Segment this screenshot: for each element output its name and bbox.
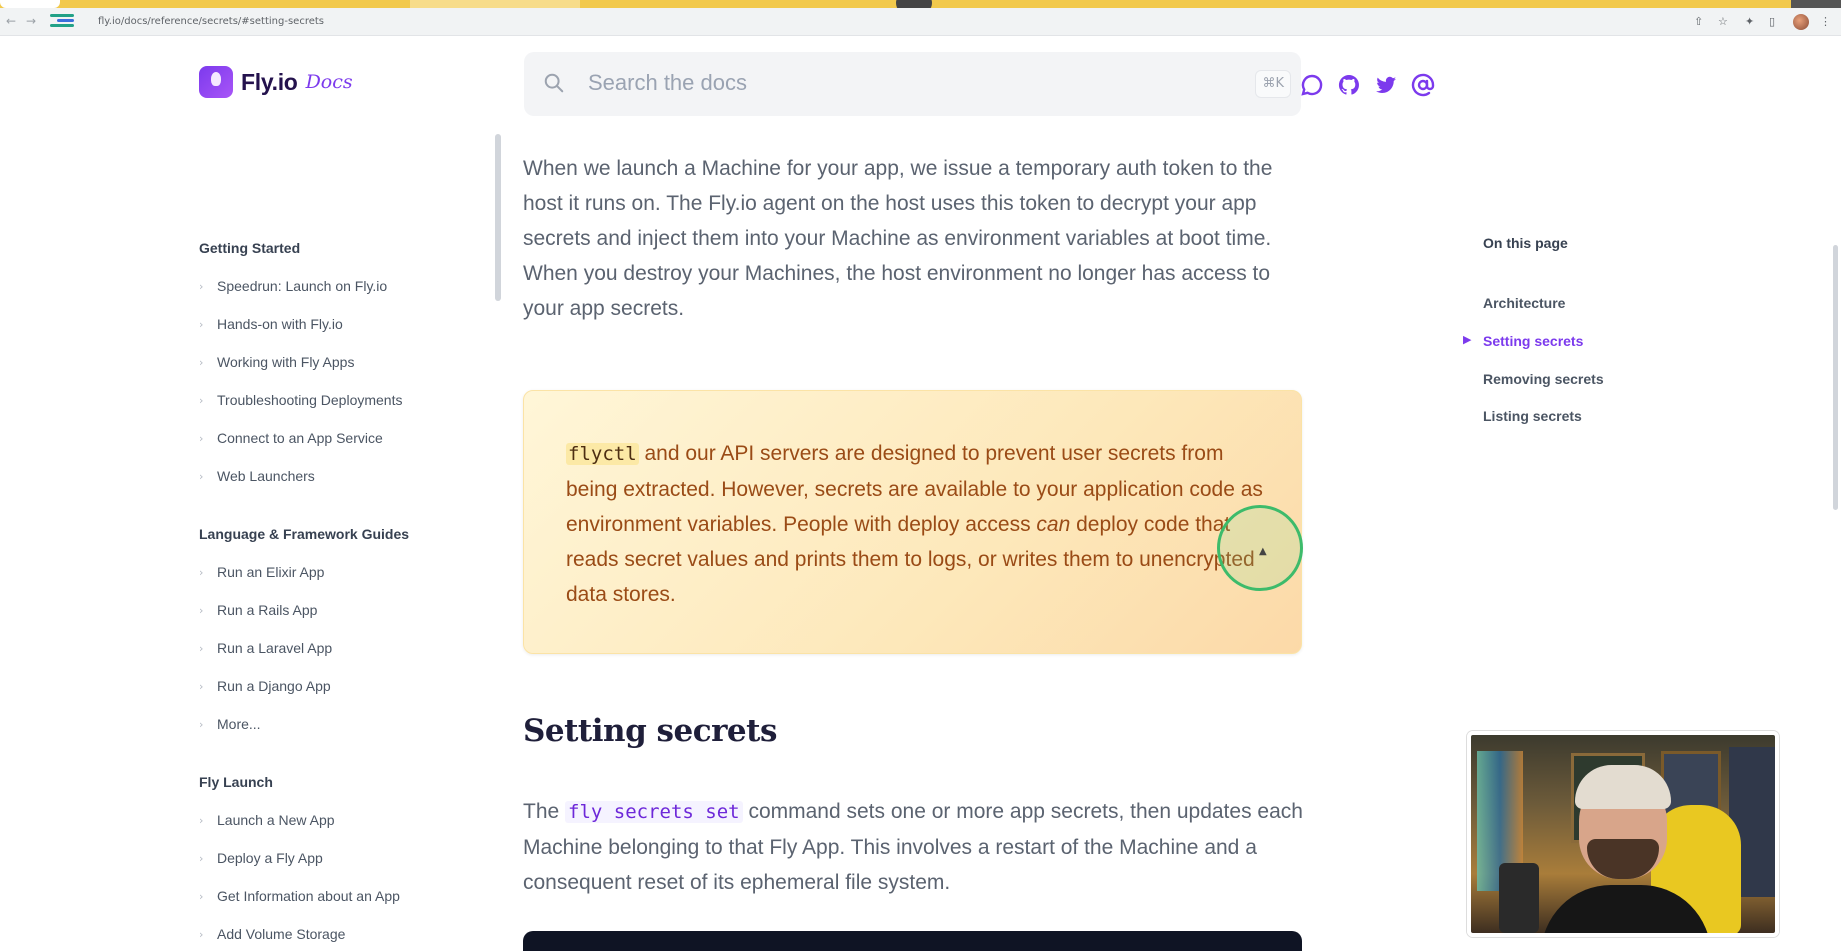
chevron-right-icon: ›: [199, 813, 204, 827]
toc-item-architecture[interactable]: Architecture: [1483, 295, 1565, 311]
sidebar-item-hands-on[interactable]: › Hands-on with Fly.io: [199, 316, 343, 332]
bookmark-star-icon[interactable]: ☆: [1718, 15, 1728, 28]
sidebar-item-laravel[interactable]: › Run a Laravel App: [199, 640, 332, 656]
chevron-right-icon: ›: [199, 393, 204, 407]
back-icon[interactable]: ←: [6, 14, 16, 28]
docs-search[interactable]: ⌘K: [524, 52, 1301, 116]
search-input[interactable]: [588, 70, 1188, 96]
logo-docs-label: Docs: [305, 71, 353, 93]
sidebar-heading-fly-launch: Fly Launch: [199, 774, 273, 790]
page-scrollbar[interactable]: [1833, 245, 1838, 510]
twitter-icon[interactable]: [1374, 73, 1398, 97]
setting-secrets-heading: Setting secrets: [523, 713, 777, 749]
chevron-right-icon: ›: [199, 927, 204, 941]
toc-item-listing-secrets[interactable]: Listing secrets: [1483, 408, 1582, 424]
mouse-cursor-icon: ▲: [1259, 546, 1267, 557]
browser-menu-icon[interactable]: ⋮: [1820, 15, 1831, 28]
sidebar-item-add-volume[interactable]: › Add Volume Storage: [199, 926, 345, 942]
toc-title: On this page: [1483, 235, 1568, 251]
sidebar-item-label: Speedrun: Launch on Fly.io: [217, 278, 388, 294]
chat-icon[interactable]: [1300, 73, 1324, 97]
sidebar-item-get-app-info[interactable]: › Get Information about an App: [199, 888, 400, 904]
paragraph-text-part: The: [523, 800, 566, 823]
sidebar-item-label: Run a Laravel App: [217, 640, 333, 656]
chevron-right-icon: ›: [199, 717, 204, 731]
flyctl-code: flyctl: [566, 443, 639, 465]
warning-callout: flyctl and our API servers are designed …: [523, 390, 1302, 654]
setting-secrets-paragraph: The fly secrets set command sets one or …: [523, 794, 1313, 900]
chevron-right-icon: ›: [199, 431, 204, 445]
window-controls[interactable]: [1791, 0, 1841, 8]
chevron-right-icon: ›: [199, 469, 204, 483]
sidebar-scrollbar[interactable]: [495, 134, 501, 301]
profile-avatar[interactable]: [1793, 14, 1809, 30]
webcam-microphone: [1499, 863, 1539, 933]
webcam-overlay: [1467, 731, 1779, 937]
forward-icon[interactable]: →: [26, 14, 36, 28]
chevron-right-icon: ›: [199, 641, 204, 655]
sidebar-heading-language-guides: Language & Framework Guides: [199, 526, 410, 542]
sidebar-item-launch-new-app[interactable]: › Launch a New App: [199, 812, 335, 828]
extensions-icon[interactable]: ✦: [1745, 15, 1754, 28]
chevron-right-icon: ›: [199, 679, 204, 693]
chevron-right-icon: ›: [199, 851, 204, 865]
github-icon[interactable]: [1337, 73, 1361, 97]
chevron-right-icon: ›: [199, 355, 204, 369]
search-icon: [544, 73, 564, 93]
toc-active-marker-icon: ▶: [1463, 333, 1472, 346]
fly-secrets-set-code: fly secrets set: [565, 801, 743, 823]
webcam-person-hair: [1575, 765, 1671, 809]
share-icon[interactable]: ⇧: [1694, 15, 1703, 28]
toc-item-removing-secrets[interactable]: Removing secrets: [1483, 371, 1604, 387]
sidebar-item-label: Add Volume Storage: [217, 926, 346, 942]
fly-balloon-icon: [199, 66, 233, 98]
sidebar-item-connect-app-service[interactable]: › Connect to an App Service: [199, 430, 383, 446]
sidebar-item-label: Connect to an App Service: [217, 430, 383, 446]
at-icon[interactable]: [1411, 73, 1435, 97]
intro-paragraph: When we launch a Machine for your app, w…: [523, 157, 1273, 320]
toc-item-setting-secrets[interactable]: Setting secrets: [1483, 333, 1583, 349]
sidebar-item-web-launchers[interactable]: › Web Launchers: [199, 468, 315, 484]
search-shortcut-badge: ⌘K: [1255, 70, 1291, 98]
chevron-right-icon: ›: [199, 603, 204, 617]
sidebar-item-label: Run a Django App: [217, 678, 331, 694]
sidebar-item-label: Get Information about an App: [217, 888, 400, 904]
sidebar-item-label: Working with Fly Apps: [217, 354, 355, 370]
logo-text: Fly.io: [241, 68, 298, 95]
chevron-right-icon: ›: [199, 889, 204, 903]
sidebar-item-label: Launch a New App: [217, 812, 335, 828]
chevron-right-icon: ›: [199, 317, 204, 331]
sidebar-item-troubleshooting[interactable]: › Troubleshooting Deployments: [199, 392, 402, 408]
sidepanel-icon[interactable]: ▯: [1769, 15, 1775, 28]
sidebar-item-label: Troubleshooting Deployments: [217, 392, 403, 408]
sidebar-item-speedrun[interactable]: › Speedrun: Launch on Fly.io: [199, 278, 387, 294]
sidebar-item-label: Deploy a Fly App: [217, 850, 323, 866]
sidebar-item-label: Run a Rails App: [217, 602, 318, 618]
fly-docs-logo[interactable]: Fly.io Docs: [199, 66, 353, 98]
sidebar-item-elixir[interactable]: › Run an Elixir App: [199, 564, 324, 580]
browser-tab-strip: [0, 0, 1841, 14]
address-bar: ← → fly.io/docs/reference/secrets/#setti…: [0, 8, 1841, 36]
sidebar-item-rails[interactable]: › Run a Rails App: [199, 602, 317, 618]
sidebar-item-label: More...: [217, 716, 261, 732]
callout-text: flyctl and our API servers are designed …: [566, 436, 1266, 612]
sidebar-item-label: Run an Elixir App: [217, 564, 325, 580]
sidebar-item-more[interactable]: › More...: [199, 716, 261, 732]
callout-emphasis: can: [1036, 513, 1071, 536]
url-field[interactable]: fly.io/docs/reference/secrets/#setting-s…: [98, 16, 324, 27]
sidebar-item-label: Web Launchers: [217, 468, 315, 484]
chevron-right-icon: ›: [199, 565, 204, 579]
sidebar-heading-getting-started: Getting Started: [199, 240, 301, 256]
sidebar-item-working-with-fly-apps[interactable]: › Working with Fly Apps: [199, 354, 354, 370]
code-block: [523, 931, 1302, 951]
browser-tab-active[interactable]: [0, 0, 60, 8]
sidebar-item-label: Hands-on with Fly.io: [217, 316, 343, 332]
chevron-right-icon: ›: [199, 279, 204, 293]
sidebar-item-deploy-fly-app[interactable]: › Deploy a Fly App: [199, 850, 323, 866]
fly-favicon-icon: [50, 12, 74, 32]
browser-tab[interactable]: [410, 0, 580, 8]
sidebar-item-django[interactable]: › Run a Django App: [199, 678, 331, 694]
